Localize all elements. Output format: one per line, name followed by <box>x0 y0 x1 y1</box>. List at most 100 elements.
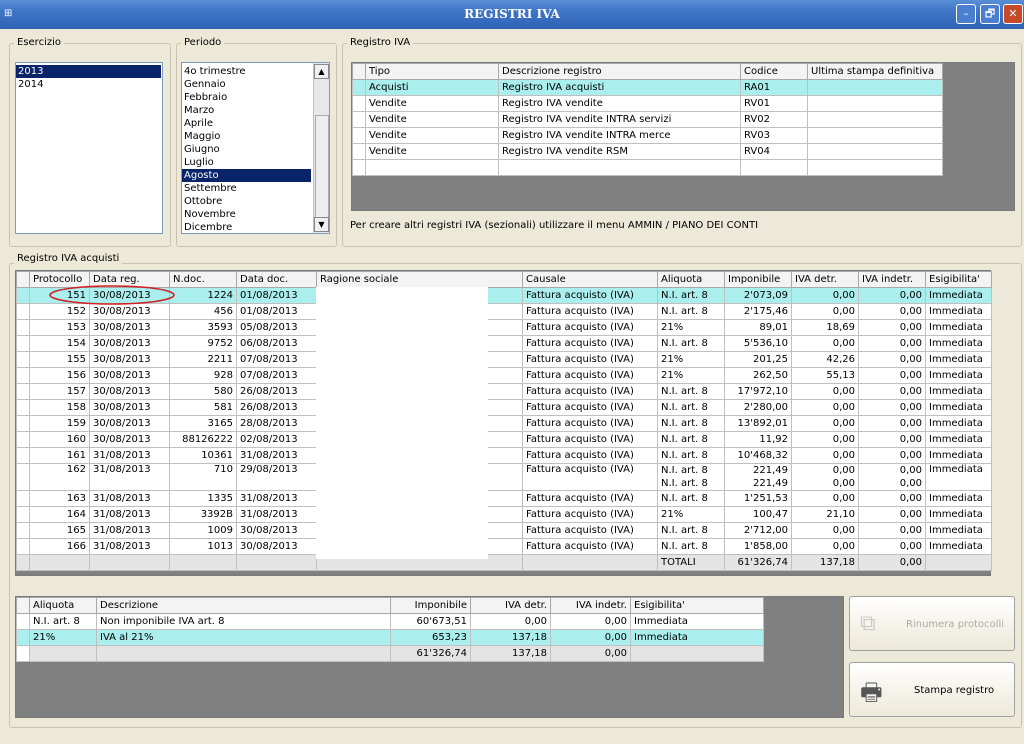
table-cell: 0,00 <box>791 399 859 416</box>
row-indicator[interactable] <box>16 287 30 304</box>
table-cell: Fattura acquisto (IVA) <box>522 287 658 304</box>
row-indicator[interactable] <box>16 319 30 336</box>
periodo-scrollbar[interactable]: ▲ ▼ <box>313 63 329 233</box>
table-row[interactable]: 155 30/08/2013 2211 07/08/2013 Fattura acqui… <box>16 351 992 368</box>
table-cell: 153 <box>29 319 90 336</box>
table-cell <box>29 554 90 571</box>
row-indicator[interactable] <box>352 95 366 112</box>
periodo-item[interactable]: Agosto <box>182 169 311 182</box>
table-row[interactable]: 165 31/08/2013 1009 30/08/2013 Fattura acqui… <box>16 522 992 539</box>
table-row[interactable]: Vendite Registro IVA vendite INTRA serviz… <box>352 111 943 128</box>
table-row[interactable]: Vendite Registro IVA vendite RV01 <box>352 95 943 112</box>
esercizio-item[interactable]: 2014 <box>16 78 162 91</box>
table-cell: Immediata <box>630 629 764 646</box>
periodo-item[interactable]: Ottobre <box>182 195 311 208</box>
table-cell: 0,00 <box>858 447 926 464</box>
table-cell: 159 <box>29 415 90 432</box>
restore-button[interactable]: 🗗 <box>980 4 1000 24</box>
row-indicator[interactable] <box>16 490 30 507</box>
scroll-up-icon[interactable]: ▲ <box>314 64 329 79</box>
table-cell: Fattura acquisto (IVA) <box>522 415 658 432</box>
table-row[interactable]: N.I. art. 8 Non imponibile IVA art. 8 60'6… <box>16 613 764 630</box>
periodo-item[interactable]: Dicembre <box>182 221 311 233</box>
periodo-item[interactable]: Aprile <box>182 117 311 130</box>
stampa-button[interactable]: 🖶 Stampa registro <box>849 662 1015 717</box>
table-row[interactable]: 160 30/08/2013 88126222 02/08/2013 Fattura a… <box>16 431 992 448</box>
row-indicator[interactable] <box>352 79 366 96</box>
row-indicator[interactable] <box>352 127 366 144</box>
row-indicator[interactable] <box>16 415 30 432</box>
minimize-button[interactable]: – <box>956 4 976 24</box>
table-cell: Immediata <box>925 431 992 448</box>
table-row[interactable]: 154 30/08/2013 9752 06/08/2013 Fattura acqui… <box>16 335 992 352</box>
column-header: Descrizione registro <box>498 63 741 80</box>
rinumera-button[interactable]: ⧉ Rinumera protocolli <box>849 596 1015 651</box>
row-indicator[interactable] <box>16 367 30 384</box>
periodo-listbox[interactable]: 4o trimestre Gennaio Febbraio Marzo Aprile Ma… <box>181 62 330 234</box>
row-indicator[interactable] <box>16 383 30 400</box>
table-row[interactable]: 153 30/08/2013 3593 05/08/2013 Fattura acqui… <box>16 319 992 336</box>
row-indicator[interactable] <box>352 143 366 160</box>
table-cell: 31/08/2013 <box>236 490 317 507</box>
table-row[interactable]: 166 31/08/2013 1013 30/08/2013 Fattura acqui… <box>16 538 992 555</box>
table-cell: 21% <box>657 351 725 368</box>
table-cell: 13'892,01 <box>724 415 792 432</box>
table-row[interactable]: 157 30/08/2013 580 26/08/2013 Fattura acquis… <box>16 383 992 400</box>
periodo-item[interactable]: Febbraio <box>182 91 311 104</box>
periodo-item[interactable]: Marzo <box>182 104 311 117</box>
table-row[interactable]: 164 31/08/2013 3392B 31/08/2013 Fattura acqu… <box>16 506 992 523</box>
row-indicator[interactable] <box>352 111 366 128</box>
table-row[interactable]: 162 31/08/2013 710 29/08/2013 Fattura acquis… <box>16 463 992 491</box>
table-cell: 1'251,53 <box>724 490 792 507</box>
periodo-item[interactable]: Luglio <box>182 156 311 169</box>
row-indicator[interactable] <box>16 399 30 416</box>
row-indicator[interactable] <box>16 613 30 630</box>
table-row[interactable]: 161 31/08/2013 10361 31/08/2013 Fattura acqu… <box>16 447 992 464</box>
table-row[interactable]: 159 30/08/2013 3165 28/08/2013 Fattura acqui… <box>16 415 992 432</box>
table-row[interactable]: Acquisti Registro IVA acquisti RA01 <box>352 79 943 96</box>
periodo-item[interactable]: Novembre <box>182 208 311 221</box>
periodo-item[interactable]: Settembre <box>182 182 311 195</box>
periodo-item[interactable]: Gennaio <box>182 78 311 91</box>
row-indicator[interactable] <box>16 303 30 320</box>
table-row[interactable]: 156 30/08/2013 928 07/08/2013 Fattura acquis… <box>16 367 992 384</box>
row-indicator[interactable] <box>16 538 30 555</box>
table-cell: 31/08/2013 <box>89 538 170 555</box>
table-cell: 137,18 <box>470 629 551 646</box>
row-indicator[interactable] <box>16 447 30 464</box>
table-row[interactable]: 158 30/08/2013 581 26/08/2013 Fattura acquis… <box>16 399 992 416</box>
table-row[interactable]: 21% IVA al 21% 653,23 137,18 0,00 Immediata <box>16 629 764 646</box>
periodo-item[interactable]: Maggio <box>182 130 311 143</box>
column-header: Esigibilita' <box>630 597 764 614</box>
row-indicator[interactable] <box>16 629 30 646</box>
esercizio-listbox[interactable]: 2013 2014 <box>15 62 163 234</box>
table-cell: 30/08/2013 <box>89 399 170 416</box>
table-cell: 31/08/2013 <box>89 463 170 491</box>
row-indicator[interactable] <box>16 351 30 368</box>
table-cell: Immediata <box>925 351 992 368</box>
table-cell: Fattura acquisto (IVA) <box>522 522 658 539</box>
row-indicator[interactable] <box>16 463 30 491</box>
table-row[interactable]: 163 31/08/2013 1335 31/08/2013 Fattura acqui… <box>16 490 992 507</box>
scroll-thumb[interactable] <box>315 115 329 219</box>
table-cell: 0,00 <box>858 335 926 352</box>
row-indicator[interactable] <box>16 335 30 352</box>
table-cell: 07/08/2013 <box>236 367 317 384</box>
table-row[interactable]: Vendite Registro IVA vendite INTRA merce R… <box>352 127 943 144</box>
periodo-item[interactable]: Giugno <box>182 143 311 156</box>
row-indicator[interactable] <box>16 431 30 448</box>
close-button[interactable]: ✕ <box>1003 4 1023 24</box>
table-cell: 30/08/2013 <box>236 522 317 539</box>
row-indicator[interactable] <box>16 506 30 523</box>
row-indicator[interactable] <box>16 522 30 539</box>
table-row[interactable]: Vendite Registro IVA vendite RSM RV04 <box>352 143 943 160</box>
table-row-empty[interactable] <box>352 159 943 176</box>
riepilogo-grid: Aliquota Descrizione Imponibile IVA detr. IV… <box>15 596 844 718</box>
table-cell: 21% <box>29 629 97 646</box>
periodo-item[interactable]: 4o trimestre <box>182 65 311 78</box>
table-cell: Immediata <box>925 522 992 539</box>
scroll-down-icon[interactable]: ▼ <box>314 217 329 232</box>
esercizio-item[interactable]: 2013 <box>16 65 161 78</box>
table-cell <box>522 554 658 571</box>
table-cell: 1'858,00 <box>724 538 792 555</box>
